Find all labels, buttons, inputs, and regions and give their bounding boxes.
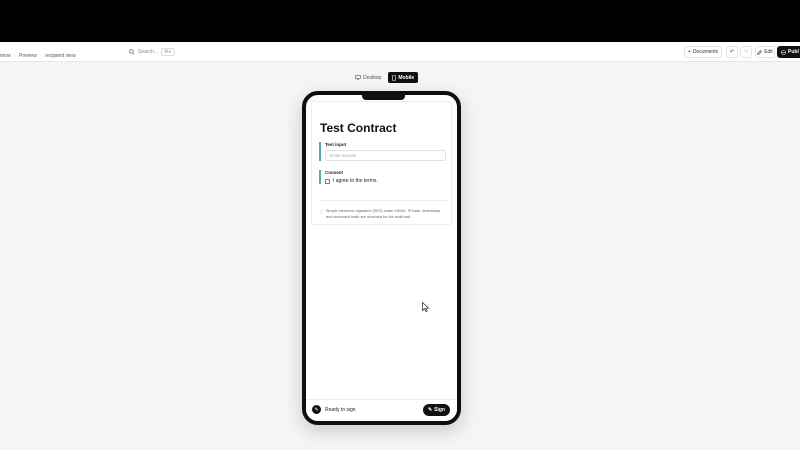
screen-top-bar [0, 0, 800, 42]
phone-preview-frame: Test Contract Test input Enter answer Co… [302, 91, 461, 425]
device-toggle: Desktop Mobile [351, 72, 419, 83]
document-card: Test Contract Test input Enter answer Co… [311, 101, 452, 225]
globe-icon [781, 49, 786, 55]
search-input[interactable]: Search... ⌘K [129, 46, 175, 58]
consent-field-label: Consent [325, 170, 343, 175]
edit-button-label: Edit [764, 49, 773, 55]
mobile-toggle-label: Mobile [398, 74, 415, 81]
publish-button-label: Publ [788, 49, 799, 55]
sign-status: ✎ Ready to sign [312, 405, 356, 414]
consent-field-block: Consent I agree to the terms. [319, 170, 447, 184]
breadcrumb-item[interactable]: mow [0, 53, 11, 59]
redo-icon: ↷ [743, 49, 749, 55]
mouse-cursor-icon [422, 302, 430, 312]
breadcrumb: mow · Preview · recipient view [0, 53, 76, 59]
app-header: mow · Preview · recipient view [0, 42, 800, 62]
publish-button[interactable]: Publ [777, 46, 800, 58]
pen-icon: ✎ [427, 407, 433, 413]
text-field-label: Test input [325, 142, 347, 147]
breadcrumb-item[interactable]: Preview [19, 53, 37, 59]
monitor-icon [355, 75, 361, 80]
pen-icon [757, 49, 763, 55]
sign-button[interactable]: ✎ Sign [422, 404, 450, 416]
sign-button-label: Sign [434, 407, 445, 413]
desktop-toggle-label: Desktop [363, 74, 382, 81]
signature-notice: ⓘ Simple electronic signature (SES) unde… [319, 200, 447, 222]
signature-notice-text: Simple electronic signature (SES) under … [326, 209, 441, 219]
search-icon [129, 49, 135, 55]
sign-status-text: Ready to sign [325, 406, 356, 413]
info-icon: ⓘ [319, 209, 323, 214]
plus-icon: + [687, 49, 691, 55]
sign-footer: ✎ Ready to sign ✎ Sign [306, 399, 457, 421]
edit-button[interactable]: Edit [755, 46, 775, 58]
documents-button[interactable]: + Documents [684, 46, 722, 58]
consent-checkbox-label: I agree to the terms. [333, 178, 378, 184]
phone-icon [392, 74, 397, 81]
mobile-toggle[interactable]: Mobile [388, 72, 419, 83]
text-field-block: Test input Enter answer [319, 142, 447, 161]
consent-checkbox-row[interactable]: I agree to the terms. [325, 178, 447, 184]
breadcrumb-separator: · [13, 53, 16, 59]
pen-icon: ✎ [312, 405, 321, 414]
consent-checkbox[interactable] [325, 178, 330, 184]
undo-button[interactable]: ↶ [726, 46, 738, 58]
breadcrumb-separator: · [40, 53, 42, 59]
phone-notch [362, 95, 405, 100]
redo-button[interactable]: ↷ [740, 46, 752, 58]
search-placeholder: Search... [138, 49, 159, 55]
documents-button-label: Documents [692, 49, 719, 55]
text-answer-input[interactable]: Enter answer [325, 150, 446, 161]
undo-icon: ↶ [729, 49, 735, 55]
desktop-toggle[interactable]: Desktop [351, 72, 385, 83]
document-title: Test Contract [320, 121, 397, 135]
breadcrumb-item-current: recipient view [45, 53, 76, 59]
search-shortcut: ⌘K [161, 48, 175, 56]
